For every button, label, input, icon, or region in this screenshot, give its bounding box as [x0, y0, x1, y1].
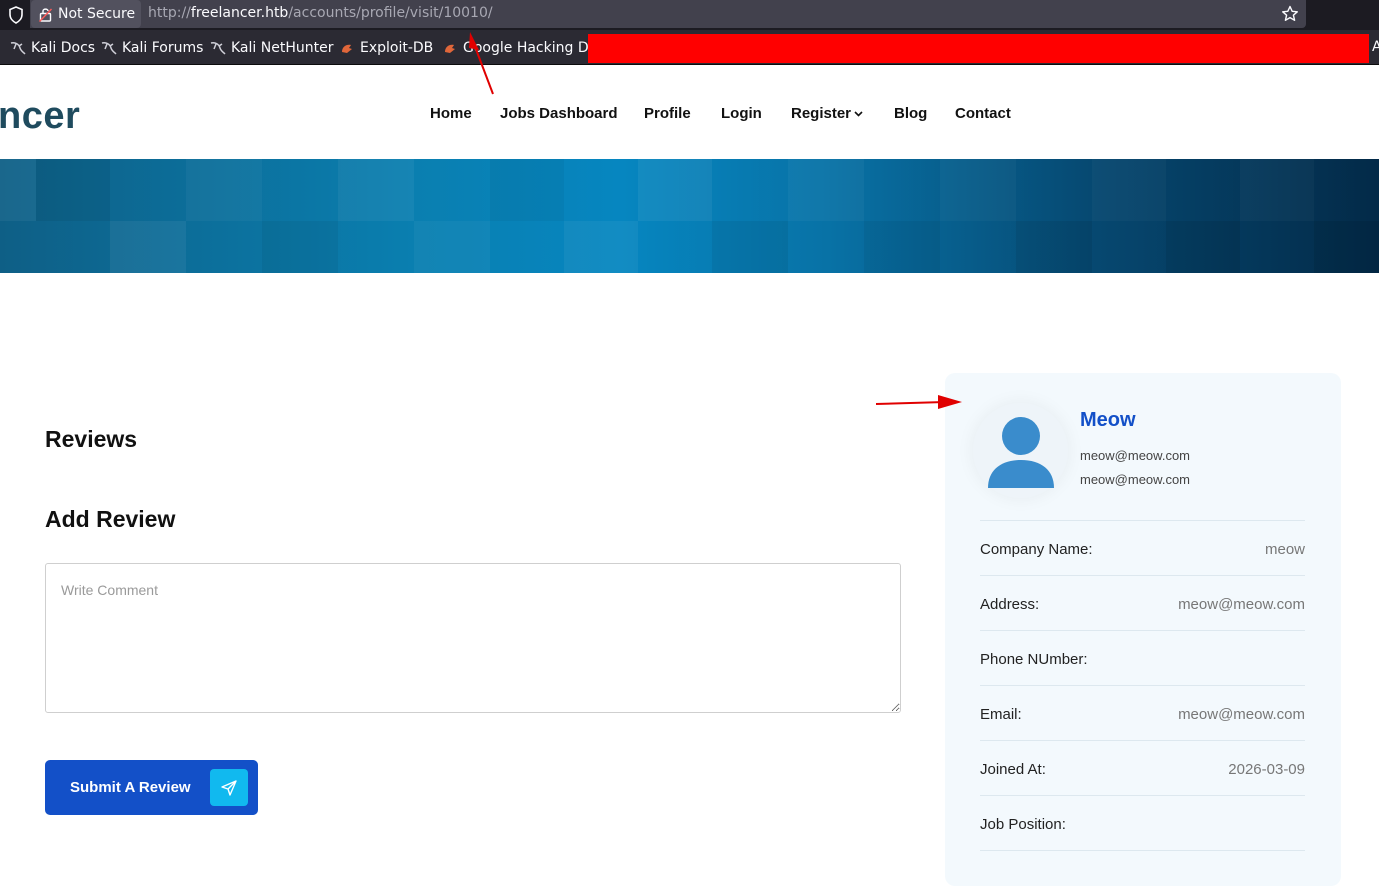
submit-review-label: Submit A Review: [70, 779, 191, 796]
page-banner: [0, 159, 1379, 273]
profile-card: Meow meow@meow.com meow@meow.com Company…: [945, 373, 1341, 886]
url-scheme: http://: [148, 5, 191, 21]
reviews-heading: Reviews: [45, 426, 138, 452]
divider: [980, 575, 1305, 576]
bookmark-label: Kali Forums: [122, 40, 204, 56]
send-icon: [210, 769, 248, 806]
job-position-label: Job Position:: [980, 816, 1066, 833]
url-text[interactable]: http://freelancer.htb/accounts/profile/v…: [148, 5, 493, 21]
nav-blog[interactable]: Blog: [894, 105, 927, 122]
submit-review-button[interactable]: Submit A Review: [45, 760, 258, 815]
company-name-label: Company Name:: [980, 541, 1093, 558]
exploit-db-icon: [445, 44, 455, 53]
not-secure-badge[interactable]: Not Secure: [31, 0, 141, 28]
address-value: meow@meow.com: [1178, 596, 1305, 613]
divider: [980, 795, 1305, 796]
url-host: freelancer.htb: [190, 5, 289, 21]
nav-profile[interactable]: Profile: [644, 105, 691, 122]
bookmark-kali-docs[interactable]: Kali Docs: [10, 40, 95, 56]
divider: [980, 520, 1305, 521]
bookmark-label: Kali Docs: [31, 40, 96, 56]
email-label: Email:: [980, 706, 1022, 723]
profile-email: meow@meow.com: [1080, 448, 1191, 463]
avatar: [973, 403, 1068, 498]
bookmark-overflow[interactable]: A: [1372, 39, 1379, 55]
bookmark-kali-nethunter[interactable]: Kali NetHunter: [210, 40, 333, 56]
company-name-value: meow: [1264, 541, 1305, 558]
add-review-heading: Add Review: [45, 506, 176, 532]
address-label: Address:: [980, 596, 1040, 613]
main-nav: Home Jobs Dashboard Profile Login Regist…: [0, 105, 1379, 125]
nav-register[interactable]: Register: [791, 105, 863, 122]
comment-textarea[interactable]: [45, 563, 901, 713]
exploit-db-icon: [342, 44, 352, 53]
redaction-bar: [588, 34, 1369, 63]
bookmark-exploit-db[interactable]: Exploit-DB: [339, 40, 433, 56]
kali-dragon-icon: [210, 42, 226, 55]
divider: [980, 685, 1305, 686]
bookmark-label: Exploit-DB: [360, 40, 434, 56]
bookmark-star-icon[interactable]: [1281, 5, 1299, 23]
profile-email-secondary: meow@meow.com: [1080, 472, 1191, 487]
browser-toolbar: Not Secure http://freelancer.htb/account…: [0, 0, 1379, 30]
profile-name[interactable]: Meow: [1080, 409, 1136, 432]
kali-dragon-icon: [10, 42, 26, 55]
kali-dragon-icon: [101, 42, 117, 55]
email-value: meow@meow.com: [1178, 706, 1305, 723]
bookmark-label: Kali NetHunter: [231, 40, 334, 56]
phone-number-label: Phone NUmber:: [980, 651, 1088, 668]
site-header: ncer Home Jobs Dashboard Profile Login R…: [0, 65, 1379, 159]
shield-icon[interactable]: [8, 6, 24, 24]
divider: [980, 850, 1305, 851]
nav-contact[interactable]: Contact: [955, 105, 1011, 122]
url-path: /accounts/profile/visit/10010/: [288, 5, 493, 21]
joined-at-label: Joined At:: [980, 761, 1046, 778]
joined-at-value: 2026-03-09: [1228, 761, 1305, 778]
bookmark-label: Google Hacking DB: [463, 40, 599, 56]
user-avatar-icon: [987, 416, 1054, 488]
not-secure-label: Not Secure: [58, 6, 136, 22]
divider: [980, 740, 1305, 741]
nav-register-label: Register: [791, 105, 852, 122]
bookmark-kali-forums[interactable]: Kali Forums: [101, 40, 203, 56]
chevron-down-icon: [854, 111, 863, 117]
nav-login[interactable]: Login: [721, 105, 762, 122]
nav-jobs-dashboard[interactable]: Jobs Dashboard: [500, 105, 618, 122]
bookmark-google-hacking-db[interactable]: Google Hacking DB: [442, 40, 598, 56]
broken-lock-icon: [39, 7, 52, 22]
nav-home[interactable]: Home: [430, 105, 472, 122]
divider: [980, 630, 1305, 631]
